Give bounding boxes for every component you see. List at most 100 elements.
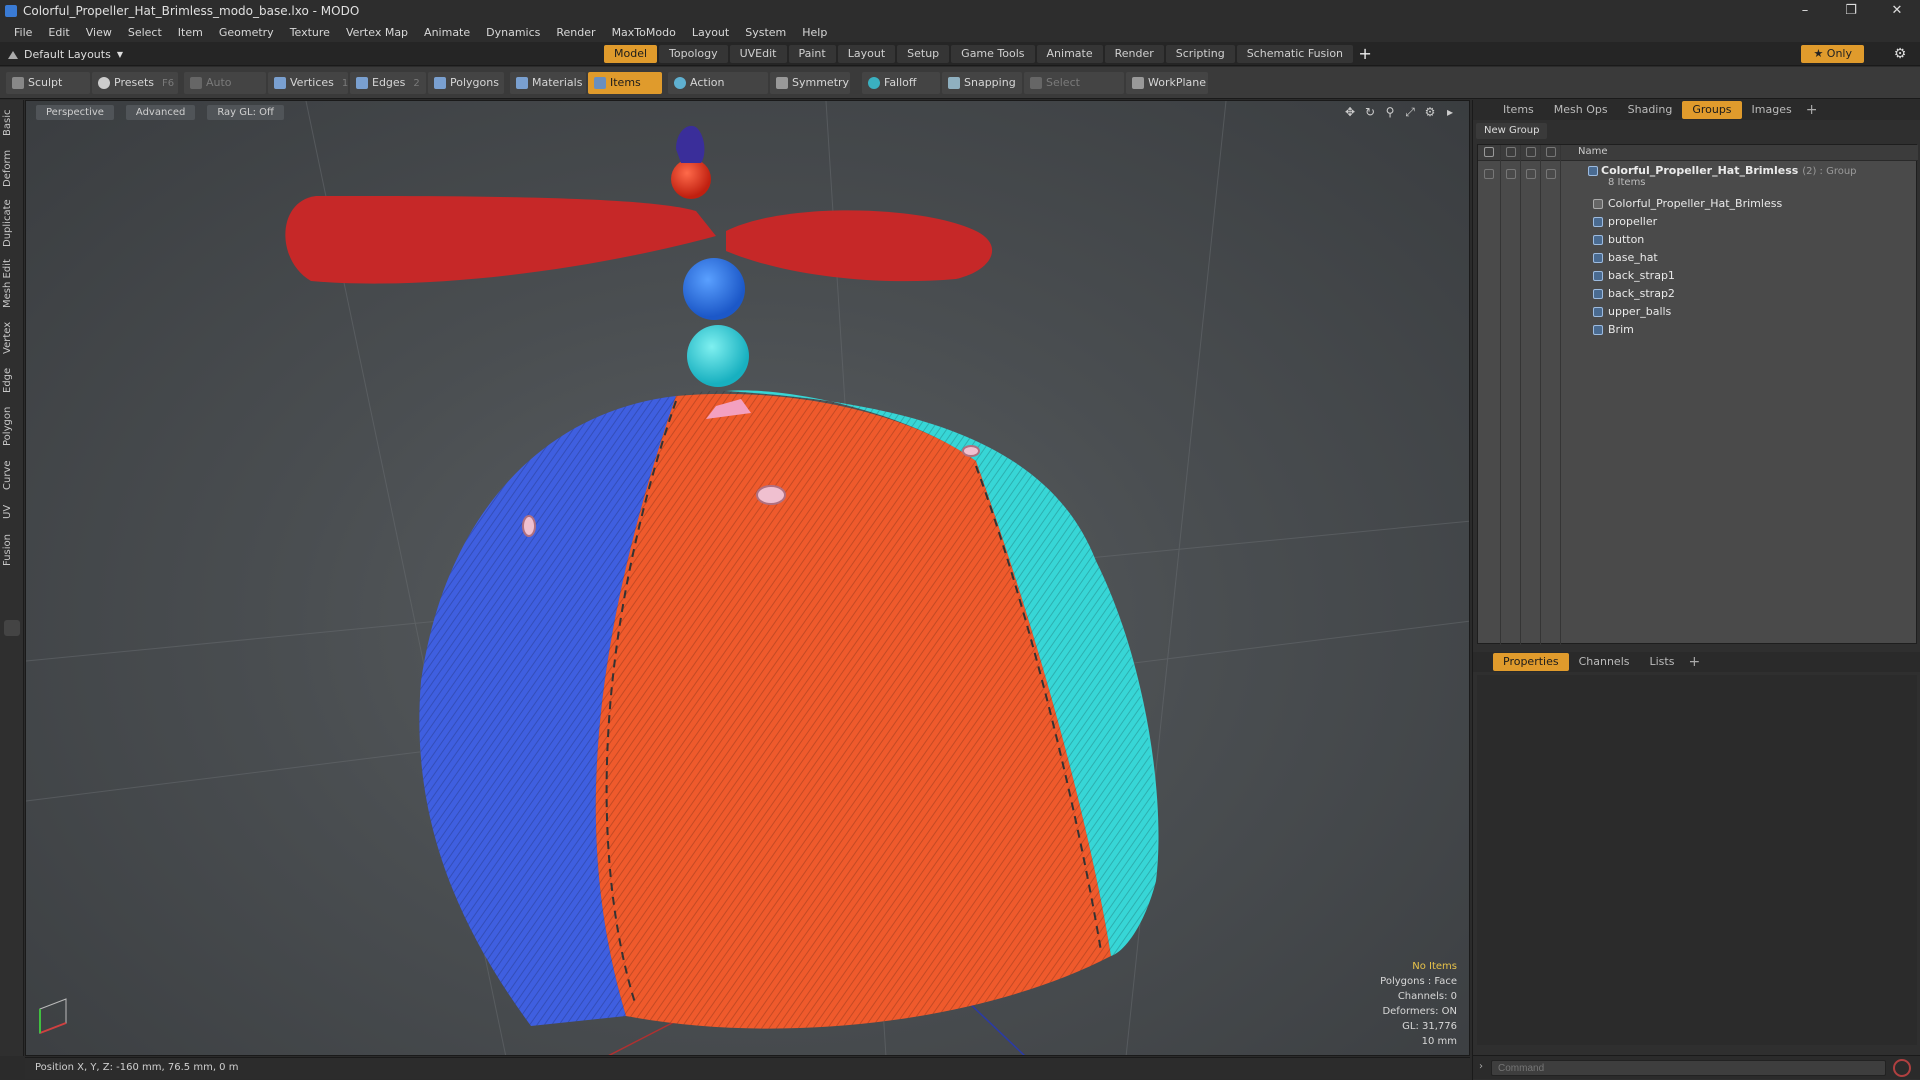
items-button[interactable]: Items [588, 72, 662, 94]
tab-properties[interactable]: Properties [1493, 653, 1569, 671]
collapse-up-icon[interactable] [8, 49, 18, 59]
menu-layout[interactable]: Layout [684, 26, 737, 39]
render-header-icon[interactable] [1506, 147, 1516, 157]
tab-lists[interactable]: Lists [1640, 653, 1685, 671]
tab-animate[interactable]: Animate [1036, 45, 1103, 63]
symmetry-button[interactable]: Symmetry [770, 72, 850, 94]
fit-icon[interactable]: ⤢ [1403, 105, 1417, 119]
tab-groups[interactable]: Groups [1682, 101, 1742, 119]
new-group-button[interactable]: New Group [1476, 123, 1548, 139]
tab-basic[interactable]: Basic [2, 108, 22, 138]
visibility-header-icon[interactable] [1484, 147, 1494, 157]
falloff-button[interactable]: Falloff [862, 72, 940, 94]
add-panel-tab-icon[interactable]: + [1802, 102, 1822, 118]
materials-button[interactable]: Materials [510, 72, 586, 94]
tab-deform[interactable]: Deform [2, 148, 22, 188]
tab-setup[interactable]: Setup [897, 45, 950, 63]
tab-channels[interactable]: Channels [1569, 653, 1640, 671]
expand-arrow-icon[interactable]: ▸ [1443, 105, 1457, 119]
menu-select[interactable]: Select [120, 26, 170, 39]
move-view-icon[interactable]: ✥ [1343, 105, 1357, 119]
tab-topology[interactable]: Topology [659, 45, 728, 63]
workplane-button[interactable]: WorkPlane [1126, 72, 1208, 94]
tab-polygon[interactable]: Polygon [2, 404, 22, 448]
render-toggle[interactable] [1506, 169, 1516, 179]
restore-icon[interactable]: ❐ [1828, 0, 1874, 22]
action-center-button[interactable]: Action Center [668, 72, 768, 111]
tab-paint[interactable]: Paint [788, 45, 836, 63]
edges-button[interactable]: Edges 2 [350, 72, 426, 94]
advanced-dropdown[interactable]: Advanced [125, 105, 196, 120]
command-input[interactable] [1491, 1060, 1886, 1076]
list-item[interactable]: upper_balls [1478, 303, 1918, 321]
menu-render[interactable]: Render [548, 26, 603, 39]
rotate-view-icon[interactable]: ↻ [1363, 105, 1377, 119]
sculpt-button[interactable]: Sculpt [6, 72, 90, 94]
tab-game-tools[interactable]: Game Tools [951, 45, 1035, 63]
menu-dynamics[interactable]: Dynamics [478, 26, 548, 39]
menu-edit[interactable]: Edit [40, 26, 77, 39]
tab-duplicate[interactable]: Duplicate [2, 198, 22, 248]
tab-mesh-ops[interactable]: Mesh Ops [1544, 101, 1618, 119]
tab-vertex[interactable]: Vertex [2, 320, 22, 356]
menu-animate[interactable]: Animate [416, 26, 478, 39]
select-through-button[interactable]: Select Through [1024, 72, 1124, 111]
vertices-button[interactable]: Vertices 1 [268, 72, 348, 94]
tab-model[interactable]: Model [604, 45, 658, 63]
menu-system[interactable]: System [737, 26, 794, 39]
list-item[interactable]: base_hat [1478, 249, 1918, 267]
menu-vertex-map[interactable]: Vertex Map [338, 26, 416, 39]
tab-mesh-edit[interactable]: Mesh Edit [2, 258, 22, 310]
viewport-gear-icon[interactable]: ⚙ [1423, 105, 1437, 119]
select-toggle[interactable] [1546, 169, 1556, 179]
tab-schematic-fusion[interactable]: Schematic Fusion [1236, 45, 1354, 63]
tab-curve[interactable]: Curve [2, 458, 22, 492]
select-header-icon[interactable] [1546, 147, 1556, 157]
presets-label: Presets [114, 76, 155, 89]
tab-items[interactable]: Items [1493, 101, 1544, 119]
tab-shading[interactable]: Shading [1618, 101, 1683, 119]
menu-view[interactable]: View [78, 26, 120, 39]
panel-toggle-button[interactable] [4, 620, 20, 636]
layouts-dropdown[interactable]: Default Layouts ▼ [8, 45, 123, 63]
close-icon[interactable]: ✕ [1874, 0, 1920, 22]
tab-render[interactable]: Render [1104, 45, 1164, 63]
only-toggle[interactable]: ★ Only [1801, 45, 1864, 63]
polygons-button[interactable]: Polygons [428, 72, 504, 94]
menu-file[interactable]: File [6, 26, 40, 39]
presets-button[interactable]: Presets F6 [92, 72, 178, 94]
list-item[interactable]: button [1478, 231, 1918, 249]
menu-maxtomodo[interactable]: MaxToModo [604, 26, 684, 39]
add-panel-tab-icon[interactable]: + [1684, 654, 1704, 670]
zoom-icon[interactable]: ⚲ [1383, 105, 1397, 119]
list-item[interactable]: propeller [1478, 213, 1918, 231]
command-history-icon[interactable] [1893, 1059, 1911, 1077]
list-item[interactable]: Brim [1478, 321, 1918, 339]
perspective-dropdown[interactable]: Perspective [36, 105, 114, 120]
auto-select-button[interactable]: Auto Select [184, 72, 266, 111]
tab-layout[interactable]: Layout [837, 45, 896, 63]
menu-help[interactable]: Help [794, 26, 835, 39]
list-item[interactable]: back_strap2 [1478, 285, 1918, 303]
tab-edge[interactable]: Edge [2, 366, 22, 394]
tab-images[interactable]: Images [1742, 101, 1802, 119]
lock-header-icon[interactable] [1526, 147, 1536, 157]
tab-uvedit[interactable]: UVEdit [729, 45, 787, 63]
3d-viewport[interactable]: Perspective Advanced Ray GL: Off ✥ ↻ ⚲ ⤢… [25, 100, 1470, 1056]
group-row[interactable]: Colorful_Propeller_Hat_Brimless (2) : Gr… [1478, 163, 1918, 191]
tab-fusion[interactable]: Fusion [2, 532, 22, 568]
list-item[interactable]: Colorful_Propeller_Hat_Brimless [1478, 195, 1918, 213]
raygl-dropdown[interactable]: Ray GL: Off [207, 105, 284, 120]
gear-icon[interactable]: ⚙ [1892, 46, 1908, 62]
menu-geometry[interactable]: Geometry [211, 26, 282, 39]
menu-item[interactable]: Item [170, 26, 211, 39]
visibility-toggle[interactable] [1484, 169, 1494, 179]
tab-uv[interactable]: UV [2, 502, 22, 522]
snapping-button[interactable]: Snapping [942, 72, 1022, 94]
tab-scripting[interactable]: Scripting [1165, 45, 1235, 63]
menu-texture[interactable]: Texture [282, 26, 338, 39]
minimize-icon[interactable]: – [1782, 0, 1828, 22]
list-item[interactable]: back_strap1 [1478, 267, 1918, 285]
lock-toggle[interactable] [1526, 169, 1536, 179]
add-tab-icon[interactable]: + [1355, 45, 1375, 63]
